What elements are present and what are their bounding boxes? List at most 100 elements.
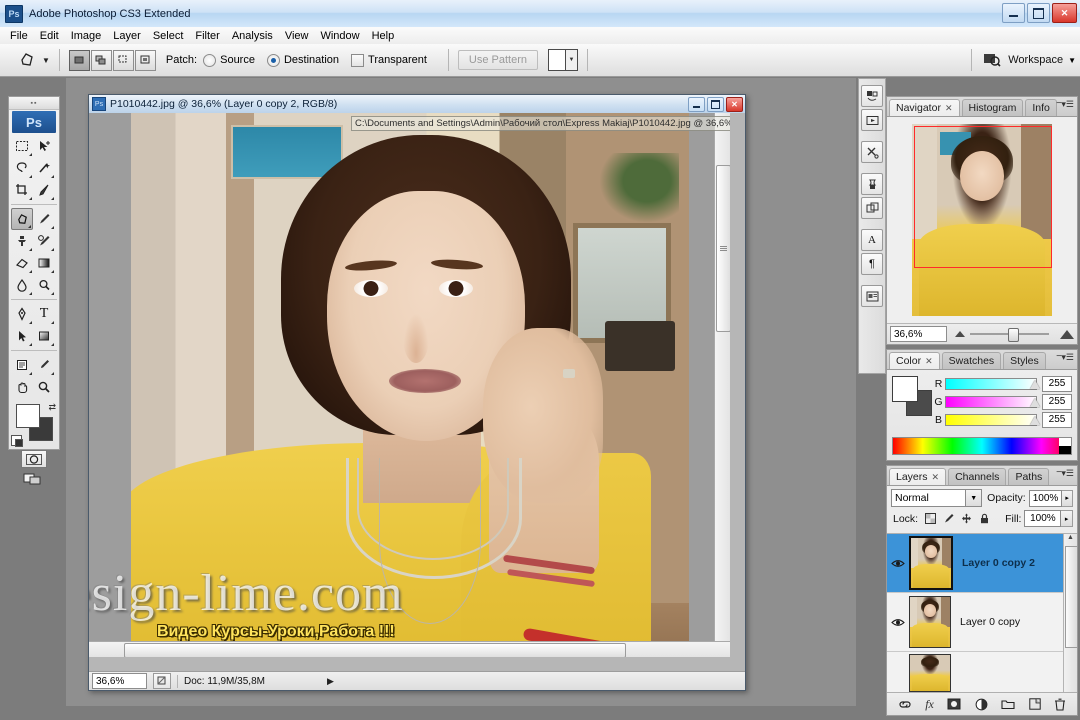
table-row[interactable]: Layer 0 copy xyxy=(887,593,1077,652)
document-minimize-button[interactable] xyxy=(688,97,705,112)
notes-tool[interactable] xyxy=(11,354,33,376)
tool-preset-chevron-down-icon[interactable]: ▼ xyxy=(42,56,50,65)
menu-view[interactable]: View xyxy=(279,29,315,43)
vertical-scroll-thumb[interactable] xyxy=(716,165,730,332)
character-icon[interactable]: A xyxy=(861,229,883,251)
fill-chevron-right-icon[interactable]: ▸ xyxy=(1061,510,1073,527)
opacity-chevron-right-icon[interactable]: ▸ xyxy=(1062,489,1073,507)
menu-select[interactable]: Select xyxy=(147,29,190,43)
document-maximize-button[interactable] xyxy=(707,97,724,112)
green-slider[interactable] xyxy=(945,395,1040,408)
hand-tool[interactable] xyxy=(11,376,33,398)
red-value[interactable]: 255 xyxy=(1042,375,1072,392)
workspace-chevron-down-icon[interactable]: ▼ xyxy=(1068,56,1076,65)
blue-value[interactable]: 255 xyxy=(1042,411,1072,428)
eraser-tool[interactable] xyxy=(11,252,33,274)
rectangle-shape-tool[interactable] xyxy=(33,325,55,347)
destination-radio[interactable] xyxy=(266,53,280,67)
menu-layer[interactable]: Layer xyxy=(107,29,147,43)
blue-slider[interactable] xyxy=(945,413,1040,426)
table-row[interactable]: Layer 0 copy 2 xyxy=(887,534,1077,593)
lock-all-icon[interactable] xyxy=(978,512,991,525)
lock-position-icon[interactable] xyxy=(960,512,973,525)
red-slider-knob[interactable] xyxy=(1030,379,1040,389)
tab-navigator[interactable]: Navigator ✕ xyxy=(889,99,960,116)
layer-visibility-eye-icon[interactable] xyxy=(887,558,909,569)
default-colors-icon[interactable] xyxy=(11,435,23,447)
pen-tool[interactable] xyxy=(11,303,33,325)
new-group-button[interactable] xyxy=(1001,699,1015,710)
lasso-tool[interactable] xyxy=(11,157,33,179)
color-spectrum-ramp[interactable] xyxy=(892,437,1072,455)
horizontal-scroll-thumb[interactable] xyxy=(124,643,626,657)
delete-layer-button[interactable] xyxy=(1054,698,1066,711)
close-icon[interactable]: ✕ xyxy=(925,356,933,367)
patch-tool-icon[interactable] xyxy=(14,48,40,72)
status-chevron-right-icon[interactable]: ▶ xyxy=(327,676,334,687)
marquee-tool[interactable] xyxy=(11,135,33,157)
new-selection-button[interactable] xyxy=(68,49,90,71)
minimize-button[interactable] xyxy=(1002,3,1025,23)
image-canvas[interactable]: C:\Documents and Settings\Admin\Рабочий … xyxy=(89,113,730,657)
pattern-chevron-down-icon[interactable]: ▼ xyxy=(565,50,578,70)
maximize-button[interactable] xyxy=(1027,3,1050,23)
move-tool[interactable] xyxy=(33,135,55,157)
green-value[interactable]: 255 xyxy=(1042,393,1072,410)
blur-tool[interactable] xyxy=(11,274,33,296)
document-vertical-scrollbar[interactable] xyxy=(714,113,730,657)
tab-styles[interactable]: Styles xyxy=(1003,352,1046,369)
swap-colors-icon[interactable]: ⇄ xyxy=(48,402,56,413)
color-foreground-swatch[interactable] xyxy=(892,376,918,402)
new-layer-button[interactable] xyxy=(1029,698,1041,710)
opacity-value[interactable]: 100% xyxy=(1028,489,1063,507)
fill-value[interactable]: 100% xyxy=(1024,510,1062,527)
go-to-bridge-icon[interactable] xyxy=(980,50,1004,70)
table-row[interactable] xyxy=(887,652,1077,692)
zoom-in-icon[interactable] xyxy=(1060,329,1074,339)
animation-icon[interactable] xyxy=(861,109,883,131)
lock-transparent-pixels-icon[interactable] xyxy=(924,512,937,525)
tool-presets-icon[interactable] xyxy=(861,141,883,163)
green-slider-knob[interactable] xyxy=(1030,397,1040,407)
tab-swatches[interactable]: Swatches xyxy=(941,352,1002,369)
close-button[interactable]: ✕ xyxy=(1052,3,1077,23)
eyedropper-tool[interactable] xyxy=(33,354,55,376)
navigator-view-box[interactable] xyxy=(914,126,1052,268)
bridge-icon[interactable] xyxy=(861,85,883,107)
use-pattern-button[interactable]: Use Pattern xyxy=(457,50,539,70)
navigator-thumbnail[interactable] xyxy=(912,124,1052,316)
tab-color[interactable]: Color ✕ xyxy=(889,352,940,369)
menu-window[interactable]: Window xyxy=(314,29,365,43)
toolbox-logo[interactable]: Ps xyxy=(12,111,56,133)
layer-comps-icon[interactable] xyxy=(861,285,883,307)
foreground-color-swatch[interactable] xyxy=(16,404,40,428)
tab-histogram[interactable]: Histogram xyxy=(961,99,1024,116)
source-radio[interactable] xyxy=(203,53,217,67)
layers-panel-menu-icon[interactable]: ▾☰ xyxy=(1061,469,1074,478)
tab-layers[interactable]: Layers ✕ xyxy=(889,468,947,485)
history-brush-tool[interactable] xyxy=(33,230,55,252)
lock-image-pixels-icon[interactable] xyxy=(942,512,955,525)
blend-mode-select[interactable]: Normal ▼ xyxy=(891,489,983,507)
zoom-tool[interactable] xyxy=(33,376,55,398)
navigator-panel-menu-icon[interactable]: ▾☰ xyxy=(1061,100,1074,109)
tab-paths[interactable]: Paths xyxy=(1008,468,1050,485)
transparent-option[interactable]: Transparent xyxy=(351,53,427,67)
red-slider[interactable] xyxy=(945,377,1040,390)
layer-style-button[interactable]: fx xyxy=(925,697,934,712)
toolbox-drag-handle[interactable]: ▪▪ xyxy=(9,97,59,110)
clone-stamp-tool[interactable] xyxy=(11,230,33,252)
blend-mode-chevron-down-icon[interactable]: ▼ xyxy=(965,490,982,506)
new-adjustment-layer-button[interactable] xyxy=(975,698,988,711)
crop-tool[interactable] xyxy=(11,179,33,201)
tab-info[interactable]: Info xyxy=(1025,99,1057,116)
link-layers-button[interactable] xyxy=(898,699,912,710)
layer-visibility-eye-icon[interactable] xyxy=(887,617,909,628)
clone-source-icon[interactable] xyxy=(861,197,883,219)
zoom-out-icon[interactable] xyxy=(955,331,965,337)
layer-thumbnail[interactable] xyxy=(909,596,951,648)
layer-name[interactable]: Layer 0 copy xyxy=(960,616,1020,628)
screen-mode-button[interactable] xyxy=(21,471,47,487)
type-tool[interactable]: T xyxy=(33,303,55,325)
document-title-bar[interactable]: Ps P1010442.jpg @ 36,6% (Layer 0 copy 2,… xyxy=(89,95,745,114)
